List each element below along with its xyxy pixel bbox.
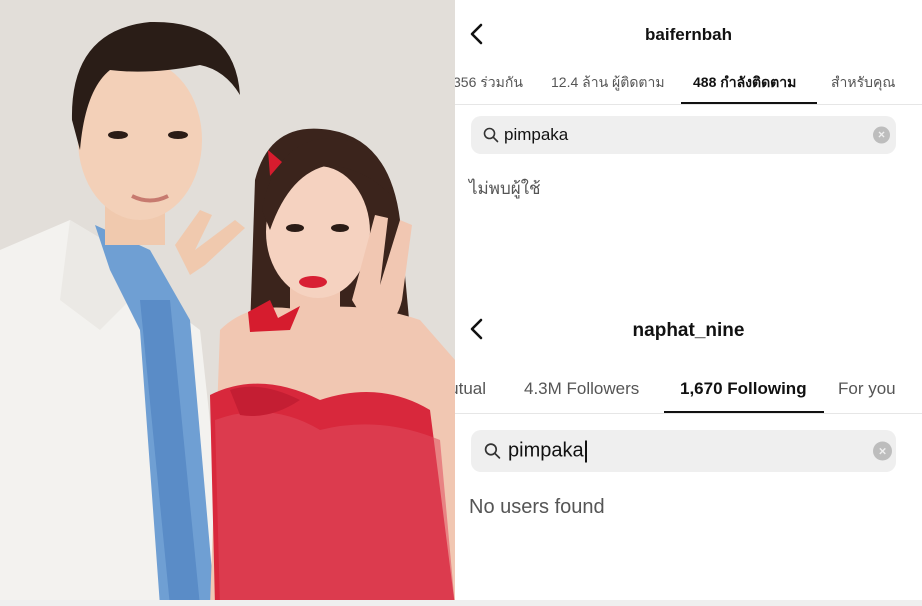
search-field[interactable]: pimpaka × xyxy=(471,430,896,472)
no-users-message: ไม่พบผู้ใช้ xyxy=(469,179,541,198)
photo-illustration xyxy=(0,0,455,606)
search-icon xyxy=(484,443,501,459)
text-cursor xyxy=(584,440,587,463)
following-panel-english: naphat_nine Mutual 4.3M Followers 1,670 … xyxy=(455,300,922,600)
tab-following[interactable]: 1,670 Following xyxy=(680,379,807,399)
tab-following[interactable]: 488 กำลังติดตาม xyxy=(693,72,796,94)
profile-username: naphat_nine xyxy=(632,320,745,341)
search-input[interactable]: pimpaka xyxy=(508,440,587,463)
tab-followers[interactable]: 12.4 ล้าน ผู้ติดตาม xyxy=(551,72,665,94)
search-input[interactable]: pimpaka xyxy=(504,125,568,145)
no-users-message: No users found xyxy=(469,496,605,518)
profile-username: baifernbah xyxy=(645,25,732,44)
search-text: pimpaka xyxy=(508,439,584,462)
tab-for-you[interactable]: For you xyxy=(838,379,896,399)
clear-icon[interactable]: × xyxy=(873,441,892,461)
search-icon xyxy=(483,127,499,143)
tab-mutual[interactable]: 356 ร่วมกัน xyxy=(455,72,523,94)
tab-divider xyxy=(455,104,922,105)
tab-mutual[interactable]: Mutual xyxy=(455,379,486,399)
clear-icon[interactable]: × xyxy=(873,126,890,144)
tab-for-you[interactable]: สำหรับคุณ xyxy=(831,72,895,94)
tab-divider xyxy=(455,413,922,414)
following-panel-thai: baifernbah 356 ร่วมกัน 12.4 ล้าน ผู้ติดต… xyxy=(455,0,922,300)
bottom-border xyxy=(0,600,922,606)
photo xyxy=(0,0,455,606)
search-field[interactable]: pimpaka × xyxy=(471,116,896,154)
tab-followers[interactable]: 4.3M Followers xyxy=(524,379,639,399)
